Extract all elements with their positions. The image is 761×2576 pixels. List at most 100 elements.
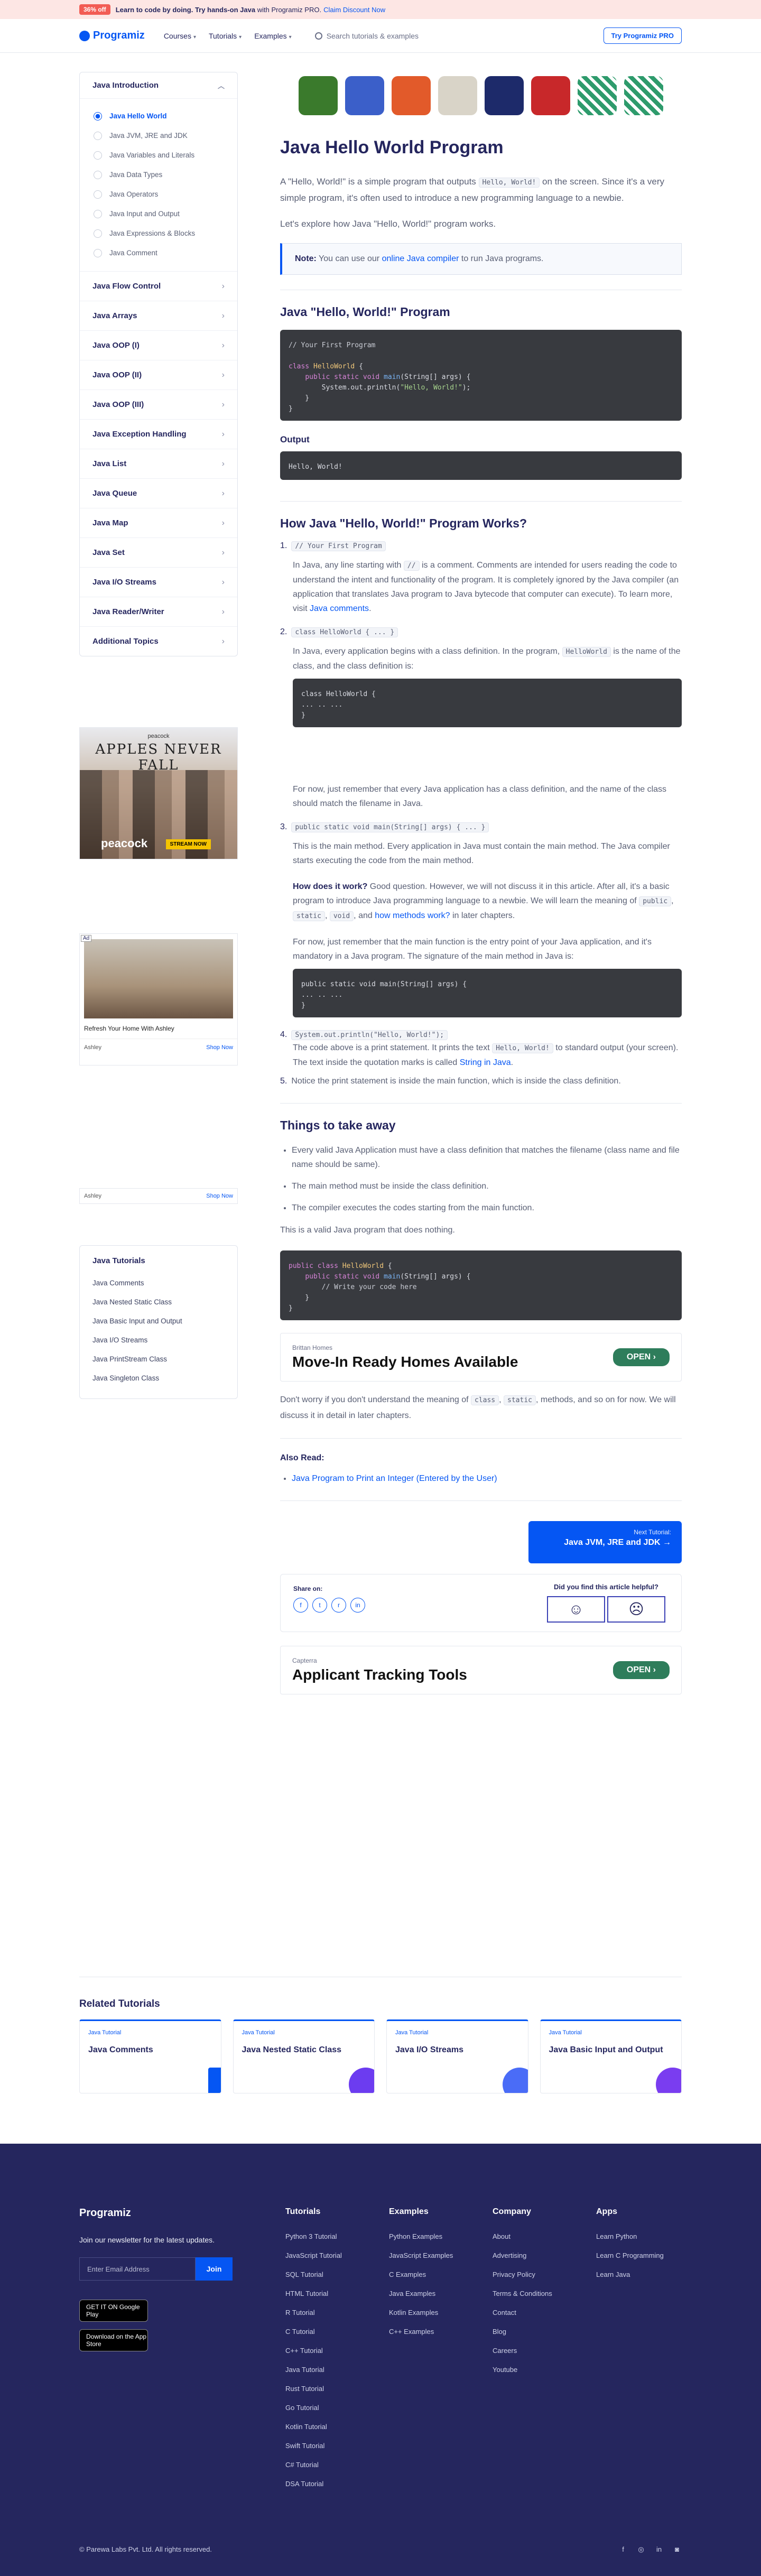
- nav-examples[interactable]: Examples ▾: [254, 32, 292, 40]
- happy-face-button[interactable]: ☺: [547, 1596, 605, 1623]
- footer-link[interactable]: R Tutorial: [285, 2303, 342, 2322]
- sidebar-item[interactable]: Java Data Types: [80, 165, 237, 184]
- footer-link[interactable]: Terms & Conditions: [493, 2284, 552, 2303]
- try-pro-button[interactable]: Try Programiz PRO: [603, 27, 682, 44]
- footer-link[interactable]: Advertising: [493, 2246, 552, 2265]
- footer-link[interactable]: Kotlin Examples: [389, 2303, 453, 2322]
- sidebar-section[interactable]: Java List ›: [80, 449, 237, 478]
- shop-now-link[interactable]: Shop Now: [206, 1193, 233, 1199]
- footer-link[interactable]: C Tutorial: [285, 2322, 342, 2341]
- footer-link[interactable]: C# Tutorial: [285, 2455, 342, 2475]
- shop-now-link[interactable]: Shop Now: [206, 1044, 233, 1051]
- facebook-icon[interactable]: f: [293, 1598, 308, 1613]
- related-card[interactable]: Java Tutorial Java Basic Input and Output: [540, 2019, 682, 2093]
- peacock-ad[interactable]: peacock APPLES NEVER FALL peacock STREAM…: [79, 727, 238, 859]
- related-card[interactable]: Java Tutorial Java Comments: [79, 2019, 221, 2093]
- footer-link[interactable]: C Examples: [389, 2265, 453, 2284]
- related-card[interactable]: Java Tutorial Java I/O Streams: [386, 2019, 528, 2093]
- footer-link[interactable]: Java Tutorial: [285, 2360, 342, 2379]
- footer-link[interactable]: Privacy Policy: [493, 2265, 552, 2284]
- footer-link[interactable]: C++ Examples: [389, 2322, 453, 2341]
- string-in-java-link[interactable]: String in Java: [460, 1058, 511, 1067]
- footer-link[interactable]: JavaScript Examples: [389, 2246, 453, 2265]
- capterra-ad[interactable]: Capterra Applicant Tracking Tools OPEN ›: [280, 1646, 682, 1694]
- ashley-ad[interactable]: Ad Refresh Your Home With Ashley Ashley …: [79, 933, 238, 1065]
- tutorial-link[interactable]: Java PrintStream Class: [92, 1350, 225, 1369]
- footer-link[interactable]: HTML Tutorial: [285, 2284, 342, 2303]
- sidebar-section[interactable]: Java OOP (I) ›: [80, 330, 237, 360]
- sidebar-item[interactable]: Java Hello World: [80, 106, 237, 126]
- footer-link[interactable]: Go Tutorial: [285, 2398, 342, 2417]
- footer-link[interactable]: Python 3 Tutorial: [285, 2227, 342, 2246]
- also-read-link[interactable]: Java Program to Print an Integer (Entere…: [292, 1474, 497, 1483]
- sidebar-item[interactable]: Java Input and Output: [80, 204, 237, 224]
- facebook-icon[interactable]: f: [618, 2545, 628, 2553]
- footer-link[interactable]: SQL Tutorial: [285, 2265, 342, 2284]
- sidebar-section[interactable]: Java Exception Handling ›: [80, 419, 237, 449]
- online-compiler-link[interactable]: online Java compiler: [382, 254, 459, 263]
- nav-courses[interactable]: Courses ▾: [164, 32, 196, 40]
- sidebar-item[interactable]: Java Expressions & Blocks: [80, 224, 237, 243]
- tutorial-link[interactable]: Java I/O Streams: [92, 1331, 225, 1350]
- sidebar-section[interactable]: Additional Topics ›: [80, 626, 237, 656]
- footer-link[interactable]: Java Examples: [389, 2284, 453, 2303]
- sidebar-item[interactable]: Java Operators: [80, 184, 237, 204]
- homes-ad[interactable]: Brittan Homes Move-In Ready Homes Availab…: [280, 1333, 682, 1382]
- app-store-badge[interactable]: Download on the App Store: [79, 2329, 148, 2351]
- sidebar-section[interactable]: Java Arrays ›: [80, 301, 237, 330]
- sidebar-section[interactable]: Java I/O Streams ›: [80, 567, 237, 597]
- linkedin-icon[interactable]: in: [654, 2545, 664, 2553]
- footer-link[interactable]: C++ Tutorial: [285, 2341, 342, 2360]
- footer-link[interactable]: Careers: [493, 2341, 552, 2360]
- sidebar-section[interactable]: Java OOP (III) ›: [80, 390, 237, 419]
- footer-link[interactable]: Learn Python: [596, 2227, 664, 2246]
- footer-link[interactable]: Python Examples: [389, 2227, 453, 2246]
- linkedin-icon[interactable]: in: [350, 1598, 365, 1613]
- sidebar-section[interactable]: Java Map ›: [80, 508, 237, 538]
- sidebar-section[interactable]: Java Queue ›: [80, 478, 237, 508]
- twitter-icon[interactable]: t: [312, 1598, 327, 1613]
- claim-discount-link[interactable]: Claim Discount Now: [323, 6, 385, 14]
- code-block-main[interactable]: public static void main(String[] args) {…: [293, 969, 682, 1017]
- join-button[interactable]: Join: [196, 2257, 233, 2281]
- footer-link[interactable]: JavaScript Tutorial: [285, 2246, 342, 2265]
- discord-icon[interactable]: ◙: [672, 2545, 682, 2553]
- google-play-badge[interactable]: GET IT ON Google Play: [79, 2300, 148, 2322]
- footer-link[interactable]: Learn Java: [596, 2265, 664, 2284]
- footer-link[interactable]: Rust Tutorial: [285, 2379, 342, 2398]
- sidebar-section[interactable]: Java OOP (II) ›: [80, 360, 237, 390]
- sidebar-item[interactable]: Java JVM, JRE and JDK: [80, 126, 237, 145]
- tutorial-link[interactable]: Java Comments: [92, 1274, 225, 1293]
- nav-tutorials[interactable]: Tutorials ▾: [209, 32, 242, 40]
- game-ad-banner[interactable]: [280, 72, 682, 119]
- footer-link[interactable]: DSA Tutorial: [285, 2475, 342, 2494]
- footer-link[interactable]: Youtube: [493, 2360, 552, 2379]
- footer-link[interactable]: Blog: [493, 2322, 552, 2341]
- footer-link[interactable]: Contact: [493, 2303, 552, 2322]
- stream-now-button[interactable]: STREAM NOW: [165, 839, 211, 849]
- sidebar-item[interactable]: Java Comment: [80, 243, 237, 263]
- email-field[interactable]: Enter Email Address: [79, 2257, 196, 2281]
- sidebar-section-java-introduction[interactable]: Java Introduction ︿: [80, 72, 237, 99]
- related-card[interactable]: Java Tutorial Java Nested Static Class: [233, 2019, 375, 2093]
- footer-link[interactable]: About: [493, 2227, 552, 2246]
- footer-link[interactable]: Swift Tutorial: [285, 2436, 342, 2455]
- open-button[interactable]: OPEN ›: [612, 1661, 670, 1679]
- code-block-class[interactable]: class HelloWorld { ... .. ... }: [293, 679, 682, 727]
- open-button[interactable]: OPEN ›: [612, 1348, 670, 1366]
- sad-face-button[interactable]: ☹: [607, 1596, 665, 1623]
- java-comments-link[interactable]: Java comments: [310, 604, 369, 613]
- sidebar-section[interactable]: Java Set ›: [80, 538, 237, 567]
- ashley-ad-strip[interactable]: Ashley Shop Now: [79, 1188, 238, 1204]
- footer-link[interactable]: Kotlin Tutorial: [285, 2417, 342, 2436]
- code-block-hello-world[interactable]: // Your First Program class HelloWorld {…: [280, 330, 682, 421]
- footer-link[interactable]: Learn C Programming: [596, 2246, 664, 2265]
- sidebar-item[interactable]: Java Variables and Literals: [80, 145, 237, 165]
- sidebar-section[interactable]: Java Reader/Writer ›: [80, 597, 237, 626]
- tutorial-link[interactable]: Java Nested Static Class: [92, 1293, 225, 1312]
- reddit-icon[interactable]: r: [331, 1598, 346, 1613]
- footer-logo[interactable]: Programiz: [79, 2207, 682, 2219]
- sidebar-section[interactable]: Java Flow Control ›: [80, 271, 237, 301]
- next-tutorial-button[interactable]: Next Tutorial: Java JVM, JRE and JDK →: [528, 1521, 682, 1563]
- tutorial-link[interactable]: Java Singleton Class: [92, 1369, 225, 1388]
